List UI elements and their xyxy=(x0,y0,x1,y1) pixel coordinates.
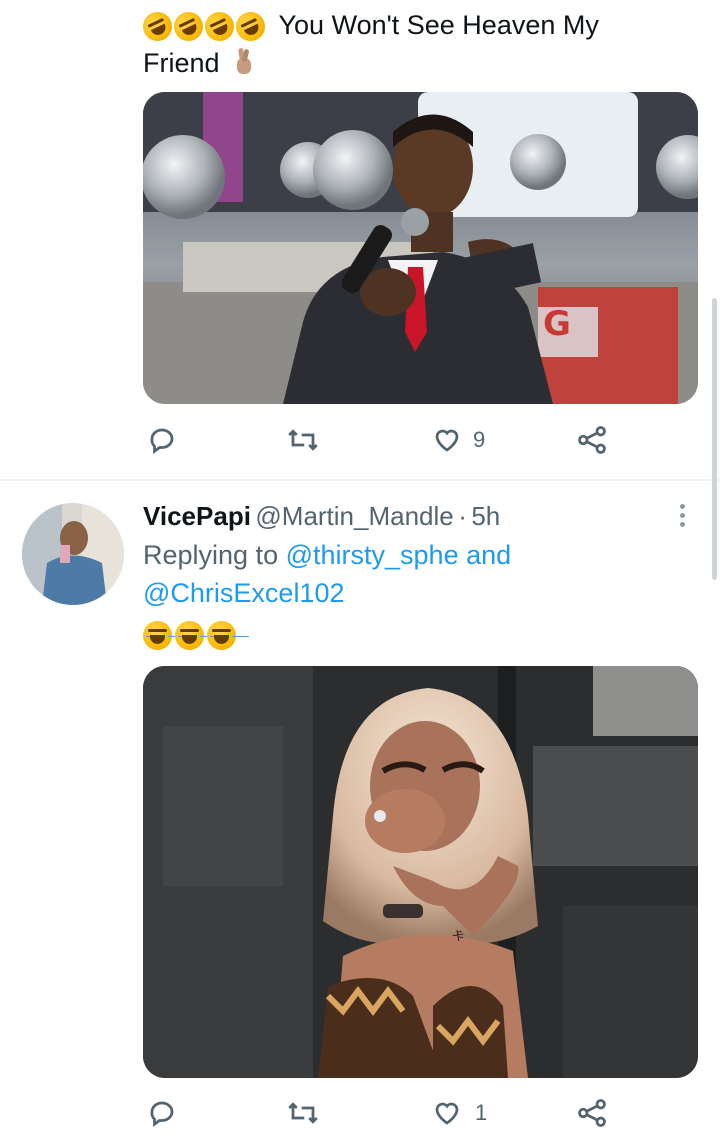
share-button[interactable] xyxy=(577,425,607,460)
mention-link[interactable]: @ChrisExcel102 xyxy=(143,578,345,608)
joy-emoji xyxy=(175,621,204,650)
scrollbar[interactable] xyxy=(712,298,717,580)
share-icon xyxy=(578,426,606,454)
tweet2-action-bar: 1 xyxy=(0,1094,720,1134)
like-count: 9 xyxy=(473,427,486,452)
tweet1-photo: G xyxy=(143,92,698,404)
reply-icon xyxy=(150,1101,174,1127)
tweet2-header: VicePapi @Martin_Mandle · 5h xyxy=(143,497,500,540)
replying-prefix: Replying to xyxy=(143,540,279,570)
retweet-button[interactable] xyxy=(286,425,320,460)
crossed-fingers-emoji xyxy=(233,47,255,76)
rolling-laughing-emoji xyxy=(138,7,177,47)
joy-emoji xyxy=(207,621,236,650)
reply-icon xyxy=(150,428,174,454)
separator-dot: · xyxy=(458,501,467,531)
tweet1-text: You Won't See Heaven My Friend xyxy=(138,6,683,82)
timestamp[interactable]: 5h xyxy=(471,501,500,531)
tweet1-media-image[interactable]: G xyxy=(143,92,698,404)
svg-text:G: G xyxy=(543,304,571,344)
avatar[interactable] xyxy=(22,503,124,605)
joy-emoji xyxy=(143,621,172,650)
like-button[interactable]: 1 xyxy=(431,1098,487,1128)
display-name[interactable]: VicePapi xyxy=(143,501,251,531)
retweet-icon xyxy=(288,1102,318,1124)
svg-text:卡: 卡 xyxy=(451,928,465,944)
retweet-icon xyxy=(288,429,318,451)
share-icon xyxy=(578,1099,606,1127)
retweet-button[interactable] xyxy=(286,1098,320,1133)
rolling-laughing-emoji xyxy=(231,7,270,47)
reply-button[interactable] xyxy=(147,1098,177,1133)
more-icon[interactable] xyxy=(668,500,696,530)
like-button[interactable]: 9 xyxy=(431,425,485,455)
tweet2-photo: 卡 xyxy=(143,666,698,1078)
like-count: 1 xyxy=(475,1100,488,1125)
tweet2-media-image[interactable]: 卡 xyxy=(143,666,698,1078)
rolling-laughing-emoji xyxy=(200,7,239,47)
user-handle[interactable]: @Martin_Mandle xyxy=(255,501,453,531)
tweet1-text-line2: Friend xyxy=(143,48,220,78)
rolling-laughing-emoji xyxy=(169,7,208,47)
tweet1-action-bar: 9 xyxy=(0,420,720,464)
reply-button[interactable] xyxy=(147,425,177,460)
like-icon xyxy=(435,1102,459,1125)
like-icon xyxy=(435,429,459,452)
share-button[interactable] xyxy=(577,1098,607,1133)
avatar-image xyxy=(22,503,124,605)
tweet1-text-line1: You Won't See Heaven My xyxy=(278,10,599,40)
mention-link[interactable]: @thirsty_sphe xyxy=(286,540,459,570)
tweet2-text xyxy=(143,621,239,653)
replying-and[interactable]: and xyxy=(466,540,511,570)
tweet-divider xyxy=(0,479,720,481)
replying-to: Replying to @thirsty_sphe and @ChrisExce… xyxy=(143,536,703,612)
